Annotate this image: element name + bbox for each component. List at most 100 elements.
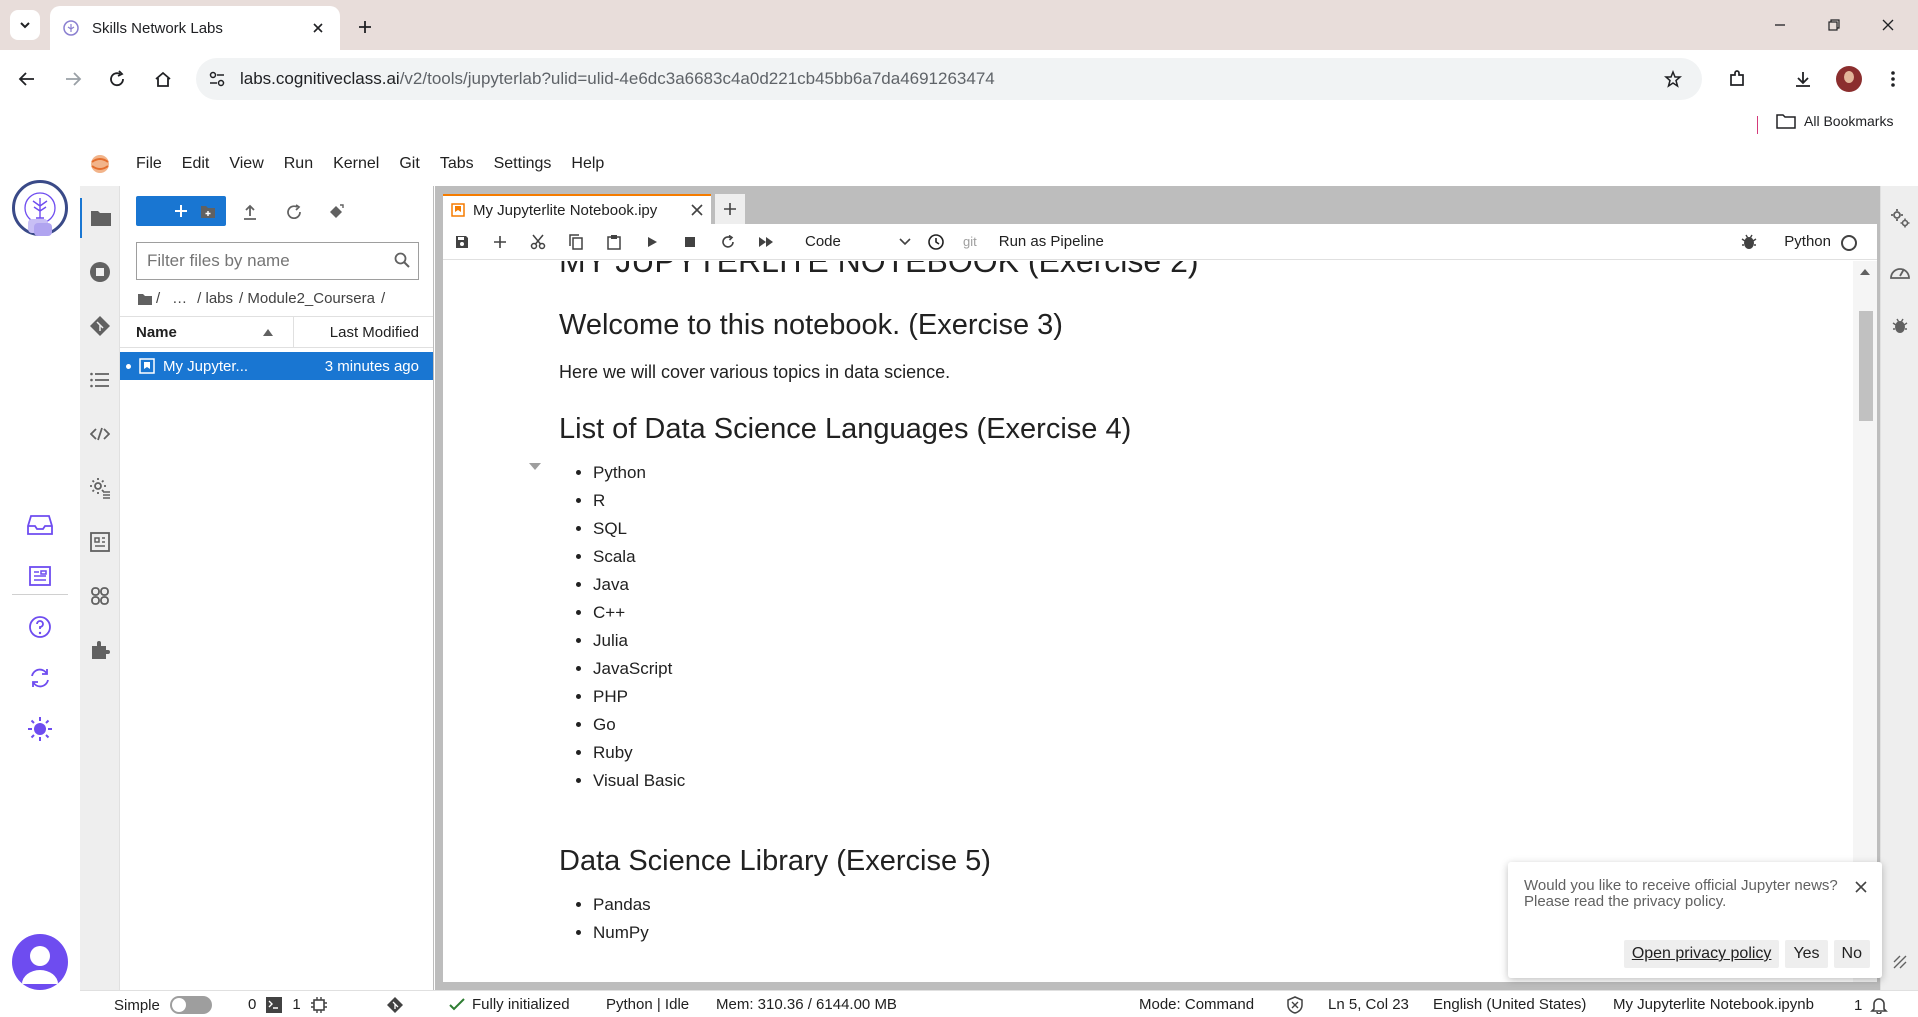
menu-edit[interactable]: Edit [172,149,220,179]
sidebar-settings-tab[interactable] [80,468,120,508]
cut-cell-button[interactable] [519,227,557,257]
cursor-position[interactable]: Ln 5, Col 23 [1328,996,1409,1013]
terminals-count[interactable]: 0 1 [248,996,327,1013]
execution-time-button[interactable] [917,227,955,257]
forward-button[interactable] [58,64,88,94]
help-icon[interactable] [22,609,58,645]
scroll-up-arrow[interactable] [1860,269,1870,275]
menu-git[interactable]: Git [389,149,429,179]
kernel-name[interactable]: Python [1784,233,1831,250]
run-as-pipeline-button[interactable]: Run as Pipeline [999,233,1104,250]
menu-kernel[interactable]: Kernel [323,149,389,179]
add-tab-button[interactable] [715,194,745,224]
bookmark-star-icon[interactable] [1658,64,1688,94]
sidebar-file-browser-tab[interactable] [80,198,120,238]
browser-tab-active[interactable]: Skills Network Labs [50,6,340,50]
insert-cell-button[interactable] [481,227,519,257]
simple-mode-switch[interactable] [169,996,212,1014]
notifications-button[interactable]: 1 [1854,996,1889,1014]
git-status-icon[interactable] [386,996,404,1014]
column-modified-header[interactable]: Last Modified [294,317,433,347]
interrupt-kernel-button[interactable] [671,227,709,257]
reload-button[interactable] [102,64,132,94]
sync-icon[interactable] [22,660,58,696]
no-button[interactable]: No [1833,940,1870,968]
restart-run-all-button[interactable] [747,227,785,257]
notification-close-icon[interactable] [1852,878,1870,896]
window-restore-button[interactable] [1814,10,1854,40]
menu-settings[interactable]: Settings [484,149,562,179]
kernel-status[interactable]: Python | Idle [606,996,689,1013]
refresh-button[interactable] [280,198,308,226]
trust-icon[interactable] [1286,996,1304,1014]
tab-close-icon[interactable] [308,18,328,38]
list-item: SQL [593,515,685,543]
notebook-tab[interactable]: My Jupyterlite Notebook.ipy [443,194,711,224]
menu-view[interactable]: View [219,149,273,179]
scroll-thumb[interactable] [1859,311,1873,421]
tab-search-button[interactable] [10,10,40,40]
paste-cell-button[interactable] [595,227,633,257]
home-button[interactable] [148,64,178,94]
sidebar-property-inspector-tab[interactable] [80,522,120,562]
property-inspector-tab[interactable] [1881,198,1918,238]
notebook-file-icon [139,358,155,374]
downloads-button[interactable] [1788,64,1818,94]
theme-icon[interactable] [22,711,58,747]
collapse-heading-icon[interactable] [529,463,541,470]
back-button[interactable] [12,64,42,94]
rail-separator [12,594,68,595]
open-privacy-policy-button[interactable]: Open privacy policy [1623,940,1780,968]
window-close-button[interactable] [1868,10,1908,40]
filter-files-input[interactable] [136,242,419,280]
home-folder-icon[interactable] [138,293,152,305]
filter-files-text[interactable] [147,251,377,271]
menu-help[interactable]: Help [561,149,614,179]
file-list-item[interactable]: My Jupyter... 3 minutes ago [120,352,433,380]
sidebar-code-snippets-tab[interactable] [80,414,120,454]
new-folder-button[interactable] [194,198,222,226]
browser-menu-button[interactable] [1878,64,1908,94]
sidebar-toc-tab[interactable] [80,360,120,400]
all-bookmarks-button[interactable]: All Bookmarks [1776,113,1893,129]
restart-kernel-button[interactable] [709,227,747,257]
address-bar[interactable]: labs.cognitiveclass.ai/v2/tools/jupyterl… [196,58,1702,100]
copy-cell-button[interactable] [557,227,595,257]
site-info-icon[interactable] [202,64,232,94]
simple-mode-toggle[interactable]: Simple [114,996,212,1014]
yes-button[interactable]: Yes [1785,940,1828,968]
window-minimize-button[interactable] [1760,10,1800,40]
save-button[interactable] [443,227,481,257]
menu-tabs[interactable]: Tabs [430,149,484,179]
resource-usage-tab[interactable] [1881,252,1918,292]
breadcrumb-ellipsis[interactable]: … [172,290,187,307]
git-label[interactable]: git [963,234,977,249]
tab-close-icon[interactable] [691,204,703,216]
breadcrumb-labs[interactable]: / labs [197,290,233,307]
git-clone-button[interactable] [322,198,350,226]
sidebar-extensions-grid-tab[interactable] [80,576,120,616]
language-indicator[interactable]: English (United States) [1433,996,1586,1013]
menu-file[interactable]: File [126,149,172,179]
debugger-bug-icon[interactable] [1741,233,1757,251]
instructions-icon[interactable] [22,558,58,594]
extensions-button[interactable] [1722,64,1752,94]
sidebar-running-tab[interactable] [80,252,120,292]
debugger-tab[interactable] [1881,306,1918,346]
column-name-header[interactable]: Name [120,317,294,347]
chat-icon[interactable] [22,210,58,246]
cell-type-select[interactable]: Code [797,228,917,256]
breadcrumb-module[interactable]: / Module2_Coursera [239,290,375,307]
new-tab-button[interactable] [350,12,380,42]
user-avatar[interactable] [12,934,68,990]
menu-run[interactable]: Run [274,149,323,179]
run-cell-button[interactable] [633,227,671,257]
inspector-icon [90,532,110,552]
sidebar-git-tab[interactable] [80,306,120,346]
collapse-right-icon[interactable] [1881,942,1918,982]
breadcrumb-root[interactable]: / [156,290,160,307]
profile-avatar[interactable] [1836,66,1862,92]
inbox-icon[interactable] [22,507,58,543]
sidebar-extension-manager-tab[interactable] [80,630,120,670]
upload-button[interactable] [236,198,264,226]
